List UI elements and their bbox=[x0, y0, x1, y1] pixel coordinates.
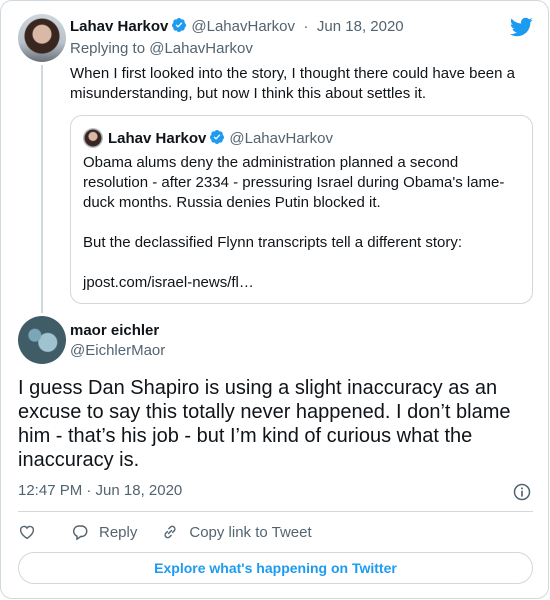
quoted-paragraph: But the declassified Flynn transcripts t… bbox=[83, 234, 463, 251]
replying-to[interactable]: Replying to @LahavHarkov bbox=[70, 40, 253, 57]
author-handle[interactable]: @EichlerMaor bbox=[70, 341, 165, 361]
info-icon[interactable] bbox=[512, 482, 532, 502]
reply-tweet-header: Lahav Harkov @LahavHarkov · Jun 18, 2020 bbox=[70, 17, 404, 36]
quoted-link[interactable]: jpost.com/israel-news/fl… bbox=[83, 273, 523, 293]
avatar[interactable] bbox=[18, 316, 66, 364]
reply-tweet-text: When I first looked into the story, I th… bbox=[70, 65, 515, 102]
explore-twitter-button[interactable]: Explore what's happening on Twitter bbox=[18, 552, 533, 584]
reply-icon bbox=[73, 525, 88, 541]
verified-badge-icon bbox=[172, 18, 187, 32]
quoted-tweet-header: Lahav Harkov @LahavHarkov bbox=[108, 129, 333, 148]
copy-link-label: Copy link to Tweet bbox=[189, 523, 312, 541]
copy-link-button[interactable]: Copy link to Tweet bbox=[161, 523, 312, 541]
thread-line bbox=[41, 65, 43, 313]
main-tweet-author: maor eichler @EichlerMaor bbox=[70, 321, 165, 361]
avatar[interactable] bbox=[18, 14, 66, 62]
like-button[interactable] bbox=[18, 523, 36, 541]
tweet-date[interactable]: Jun 18, 2020 bbox=[317, 18, 404, 35]
tweet-actions: Reply Copy link to Tweet bbox=[18, 522, 312, 542]
tweet-embed-card: Lahav Harkov @LahavHarkov · Jun 18, 2020 … bbox=[0, 0, 549, 599]
reply-button[interactable]: Reply bbox=[71, 523, 137, 541]
quoted-tweet[interactable]: Lahav Harkov @LahavHarkov Obama alums den… bbox=[70, 115, 533, 304]
quoted-avatar bbox=[83, 128, 103, 148]
quoted-paragraph: Obama alums deny the administration plan… bbox=[83, 154, 505, 211]
separator-dot: · bbox=[303, 18, 309, 35]
twitter-bird-icon[interactable] bbox=[509, 15, 533, 39]
quoted-author-name: Lahav Harkov bbox=[108, 130, 207, 147]
quoted-tweet-text: Obama alums deny the administration plan… bbox=[83, 153, 523, 293]
verified-badge-icon bbox=[210, 130, 225, 144]
link-icon bbox=[164, 525, 176, 539]
quoted-author-handle: @LahavHarkov bbox=[229, 130, 333, 147]
main-tweet-text: I guess Dan Shapiro is using a slight in… bbox=[18, 377, 511, 471]
heart-icon bbox=[19, 525, 35, 540]
tweet-timestamp[interactable]: 12:47 PM · Jun 18, 2020 bbox=[18, 482, 182, 499]
author-handle[interactable]: @LahavHarkov bbox=[191, 18, 295, 35]
reply-label: Reply bbox=[99, 523, 138, 541]
divider bbox=[18, 511, 533, 512]
author-name[interactable]: Lahav Harkov bbox=[70, 18, 168, 35]
author-name[interactable]: maor eichler bbox=[70, 321, 165, 341]
